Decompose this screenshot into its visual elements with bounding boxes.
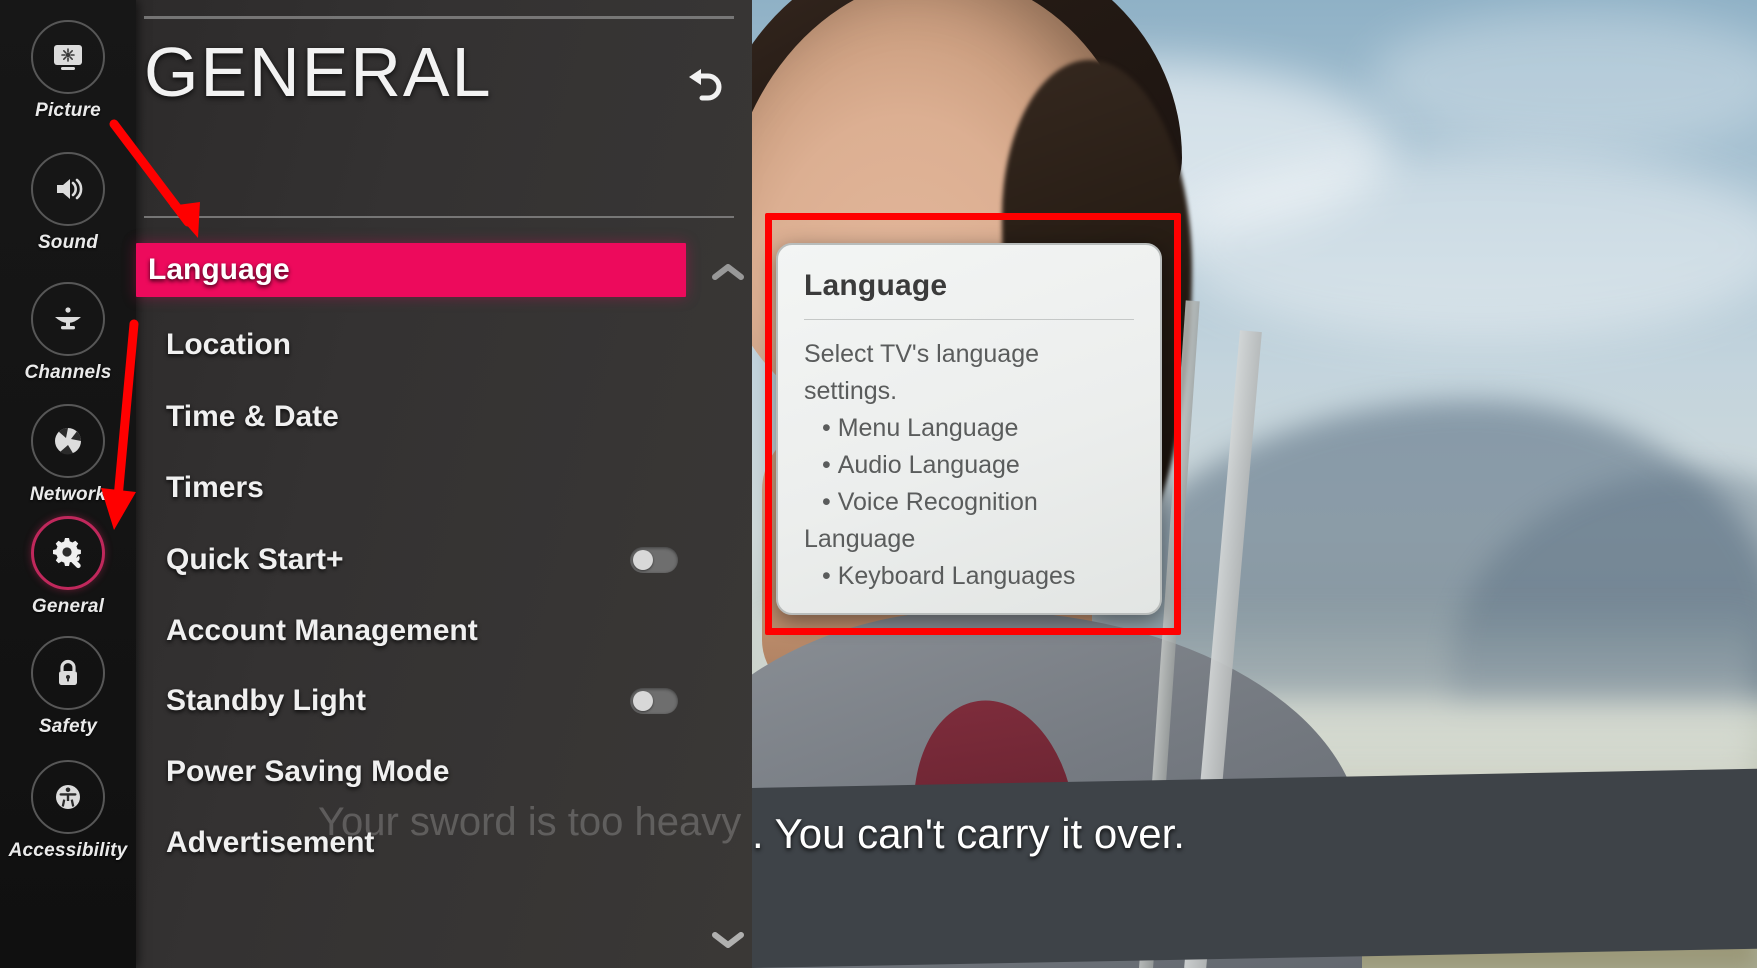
menu-item-standby-light[interactable]: Standby Light (136, 674, 686, 728)
menu-item-label: Account Management (166, 614, 478, 647)
standby-light-toggle[interactable] (630, 688, 678, 714)
menu-item-label: Quick Start+ (166, 543, 344, 576)
page-title: GENERAL (144, 33, 493, 111)
padlock-icon (31, 636, 105, 710)
menu-item-language[interactable]: Language (136, 243, 686, 297)
menu-item-label: Time & Date (166, 400, 339, 433)
menu-item-label: Language (148, 253, 290, 286)
sidebar-item-sound[interactable]: Sound (0, 152, 136, 254)
sidebar-item-safety[interactable]: Safety (0, 636, 136, 738)
sidebar-item-label: Network (29, 484, 107, 505)
chevron-down-icon[interactable] (711, 930, 745, 950)
sidebar-item-label: Channels (24, 362, 112, 383)
sidebar-item-label: Accessibility (8, 840, 128, 861)
menu-item-quick-start-plus[interactable]: Quick Start+ (136, 533, 686, 587)
toggle-knob (633, 691, 653, 711)
sidebar-item-picture[interactable]: Picture (0, 20, 136, 122)
menu-item-label: Standby Light (166, 684, 366, 717)
header-top-rule (144, 16, 734, 19)
tv-screen-photo: Your sword is too heavy Picture Sound Ch… (0, 0, 1757, 968)
menu-item-label: Power Saving Mode (166, 755, 450, 788)
cloud-shape (1172, 150, 1757, 340)
menu-item-power-saving-mode[interactable]: Power Saving Mode (136, 745, 686, 799)
menu-item-time-and-date[interactable]: Time & Date (136, 390, 686, 444)
sidebar-item-label: General (31, 596, 105, 617)
menu-item-timers[interactable]: Timers (136, 461, 686, 515)
menu-item-location[interactable]: Location (136, 318, 686, 372)
subtitle-band (752, 768, 1757, 968)
satellite-dish-icon (31, 282, 105, 356)
settings-sidebar: Picture Sound Channels Network General S… (0, 0, 136, 968)
network-globe-icon (31, 404, 105, 478)
menu-item-label: Advertisement (166, 826, 375, 859)
sidebar-item-network[interactable]: Network (0, 404, 136, 506)
picture-display-icon (31, 20, 105, 94)
sidebar-item-general[interactable]: General (0, 516, 136, 618)
gear-wrench-icon (31, 516, 105, 590)
menu-item-label: Location (166, 328, 291, 361)
general-settings-menu: Language Location Time & Date Timers Qui… (136, 240, 752, 948)
sidebar-item-label: Safety (38, 716, 98, 737)
quick-start-plus-toggle[interactable] (630, 547, 678, 573)
chevron-up-icon[interactable] (711, 262, 745, 282)
toggle-knob (633, 550, 653, 570)
annotation-highlight-box (765, 213, 1181, 635)
sidebar-item-accessibility[interactable]: Accessibility (0, 760, 136, 862)
sidebar-item-label: Picture (35, 100, 101, 121)
subtitle-text-bright: . You can't carry it over. (752, 810, 1185, 857)
speaker-volume-icon (31, 152, 105, 226)
accessibility-person-icon (31, 760, 105, 834)
sidebar-item-channels[interactable]: Channels (0, 282, 136, 384)
back-undo-arrow-icon[interactable] (676, 66, 726, 112)
menu-item-label: Timers (166, 471, 264, 504)
menu-item-account-management[interactable]: Account Management (136, 604, 686, 658)
menu-item-advertisement[interactable]: Advertisement (136, 816, 686, 870)
header-bottom-rule (144, 216, 734, 218)
sidebar-item-label: Sound (37, 232, 99, 253)
